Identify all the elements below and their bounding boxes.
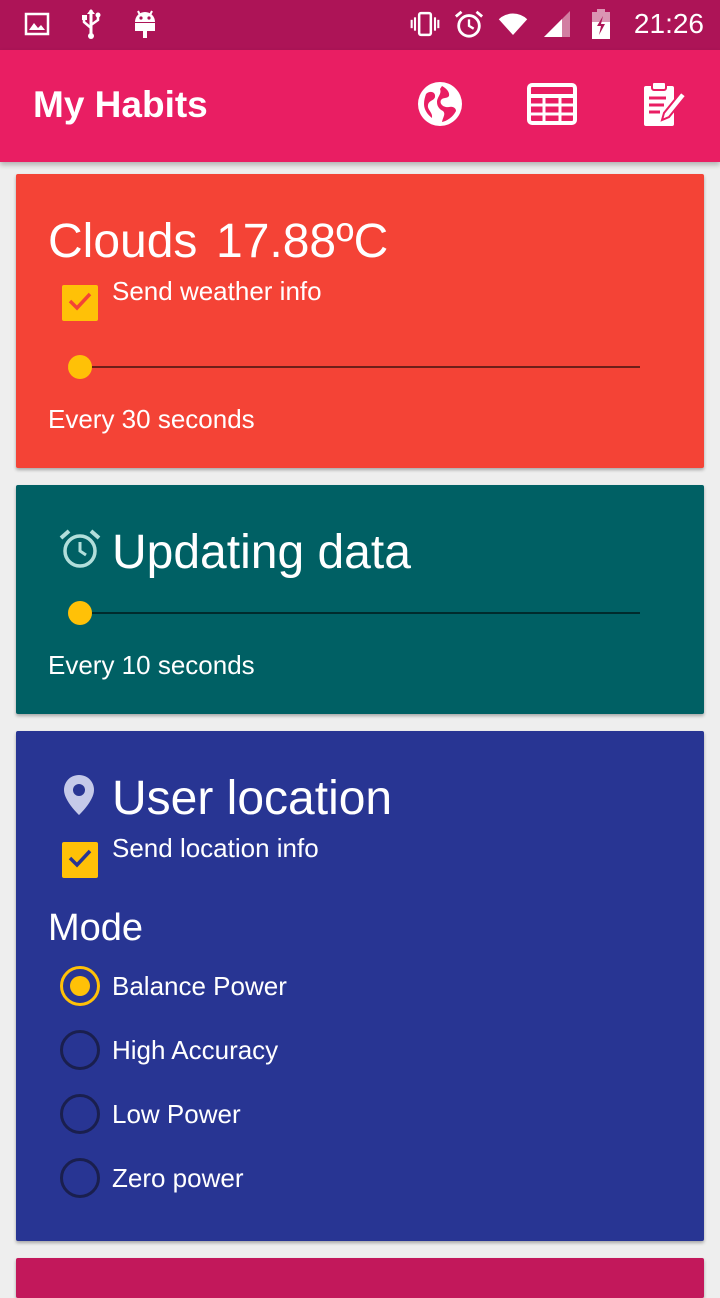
weather-temperature: 17.88ºC [216, 215, 389, 268]
check-icon [67, 290, 93, 316]
grid-icon [527, 83, 577, 129]
mode-heading: Mode [48, 907, 144, 949]
location-card: User location Send location info Mode Ba… [16, 731, 704, 1241]
battery-icon [586, 8, 616, 40]
radio-balance-power[interactable] [60, 966, 100, 1006]
radio-label[interactable]: High Accuracy [112, 1035, 278, 1066]
slider-track [68, 366, 640, 368]
location-title: User location [112, 772, 393, 825]
status-time: 21:26 [633, 8, 704, 39]
slider-thumb[interactable] [68, 355, 92, 379]
radio-label[interactable]: Low Power [112, 1099, 241, 1130]
image-icon [22, 8, 52, 40]
radio-label[interactable]: Balance Power [112, 971, 287, 1002]
wifi-icon [498, 8, 528, 40]
grid-button[interactable] [526, 80, 578, 132]
slider-track [68, 612, 640, 614]
app-title: My Habits [33, 84, 208, 125]
radio-high-accuracy[interactable] [60, 1030, 100, 1070]
app-bar: My Habits [0, 50, 720, 162]
location-pin-icon [62, 773, 96, 821]
update-card: Updating data Every 10 seconds [16, 485, 704, 714]
clipboard-edit-button[interactable] [638, 80, 690, 132]
status-bar: 21:26 [0, 0, 720, 50]
next-card [16, 1258, 704, 1298]
globe-icon [416, 80, 464, 132]
radio-label[interactable]: Zero power [112, 1163, 244, 1194]
globe-button[interactable] [414, 80, 466, 132]
update-interval-slider[interactable] [68, 601, 640, 625]
send-location-label: Send location info [112, 833, 319, 863]
update-interval-text: Every 10 seconds [48, 650, 255, 680]
send-weather-label: Send weather info [112, 276, 322, 306]
send-weather-checkbox[interactable] [62, 285, 98, 321]
weather-interval-slider[interactable] [68, 355, 640, 379]
clipboard-edit-icon [640, 80, 688, 132]
alarm-icon [454, 8, 484, 40]
weather-condition: Clouds [48, 215, 198, 268]
radio-zero-power[interactable] [60, 1158, 100, 1198]
weather-card: Clouds 17.88ºC Send weather info Every 3… [16, 174, 704, 468]
slider-thumb[interactable] [68, 601, 92, 625]
vibrate-icon [410, 8, 440, 40]
signal-icon [542, 8, 572, 40]
check-icon [67, 847, 93, 873]
send-location-checkbox[interactable] [62, 842, 98, 878]
android-icon [130, 8, 160, 40]
update-title: Updating data [112, 526, 411, 579]
alarm-icon [58, 527, 102, 575]
weather-interval-text: Every 30 seconds [48, 404, 255, 434]
usb-icon [76, 8, 106, 40]
radio-low-power[interactable] [60, 1094, 100, 1134]
